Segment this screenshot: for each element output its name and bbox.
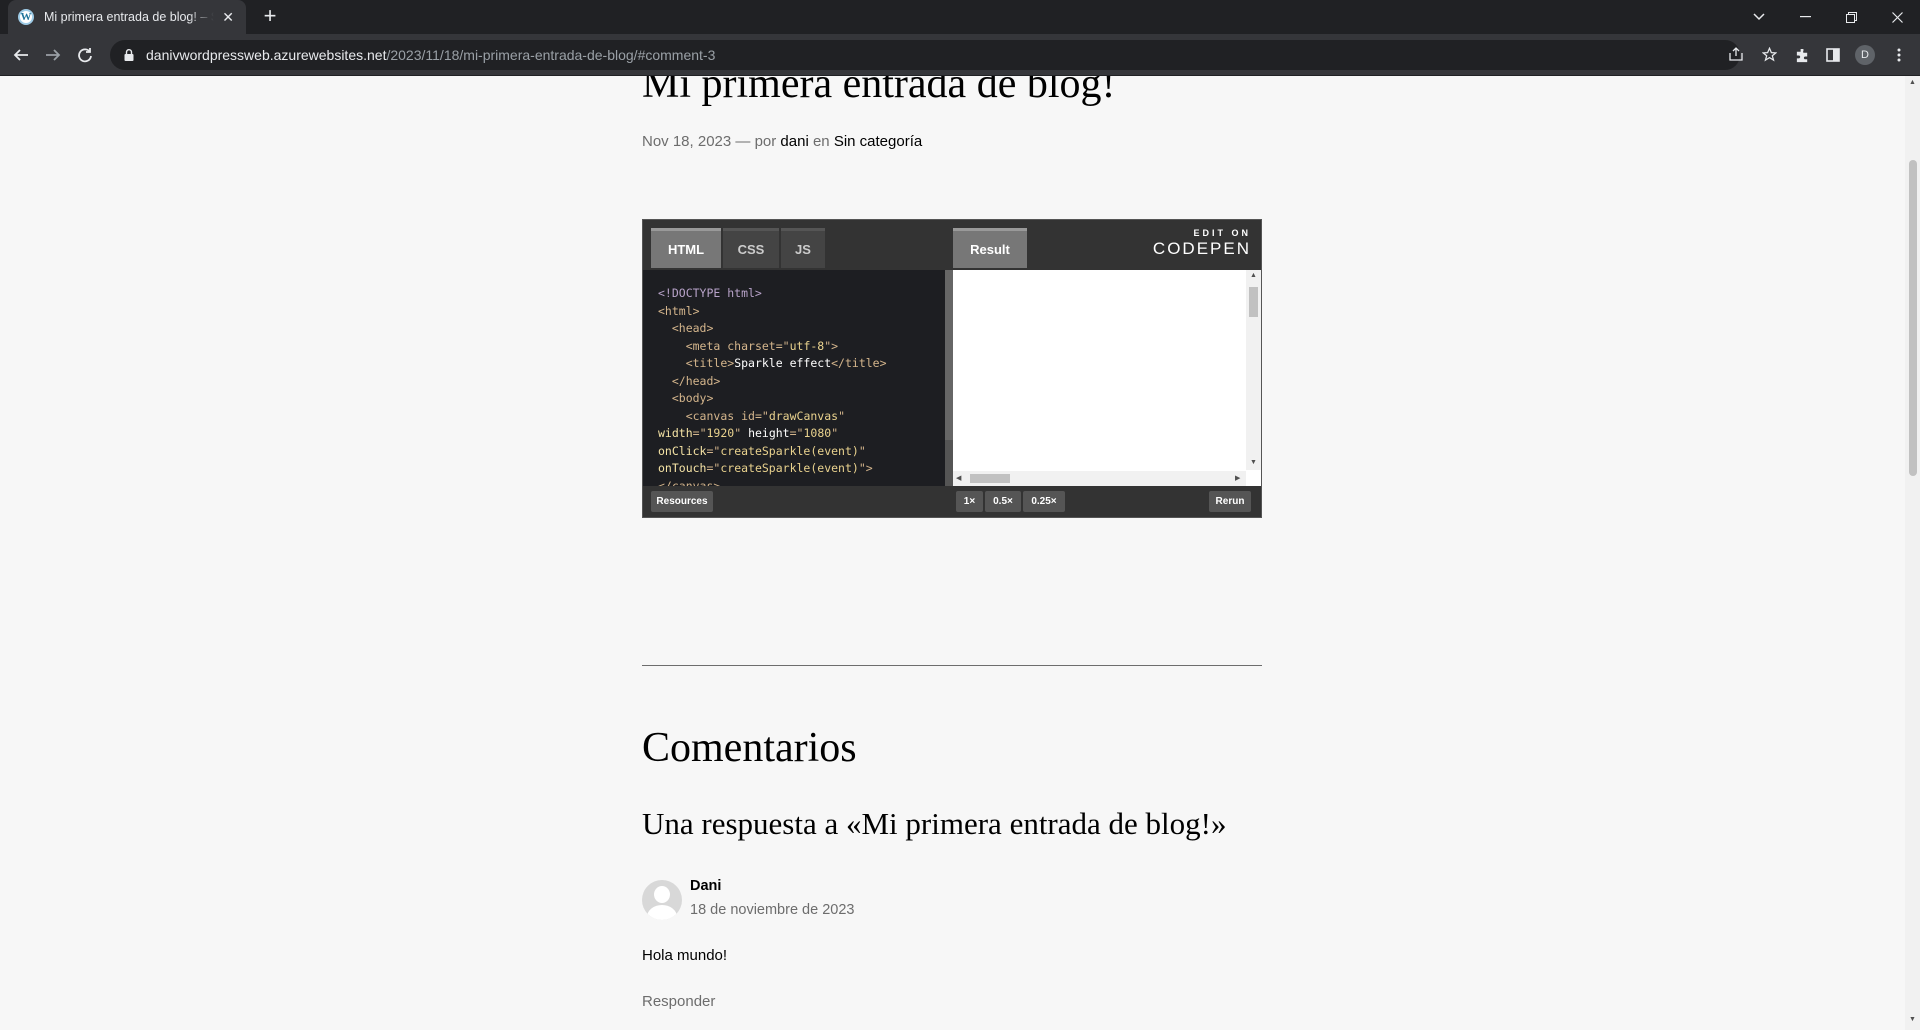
browser-titlebar: W Mi primera entrada de blog! – Si ✕ +: [0, 0, 1920, 34]
meta-in: en: [808, 133, 834, 150]
reply-link[interactable]: Responder: [642, 993, 715, 1010]
wordpress-icon: W: [18, 9, 34, 25]
code-line: <title>Sparkle effect</title>: [685, 356, 887, 370]
post-author-link[interactable]: dani: [780, 133, 808, 150]
zoom-025x-button[interactable]: 0.25×: [1023, 491, 1065, 512]
comment-text: Hola mundo!: [642, 947, 728, 964]
page-scroll-down-icon[interactable]: ▼: [1908, 1016, 1917, 1023]
pane-resizer[interactable]: [945, 270, 953, 486]
tab-css[interactable]: CSS: [723, 228, 779, 268]
sidepanel-icon[interactable]: [1823, 45, 1843, 65]
scroll-left-icon[interactable]: ◀: [956, 474, 961, 482]
scroll-right-icon[interactable]: ▶: [1235, 474, 1240, 482]
scroll-up-icon[interactable]: ▲: [1250, 272, 1257, 279]
comment-author[interactable]: Dani: [690, 878, 721, 894]
meta-by: — por: [731, 133, 781, 150]
extensions-icon[interactable]: [1792, 45, 1812, 65]
address-bar[interactable]: danivwordpressweb.azurewebsites.net/2023…: [110, 40, 1777, 70]
codepen-logo[interactable]: CODEPEN: [1153, 239, 1251, 259]
post-meta: Nov 18, 2023 — por dani en Sin categoría: [642, 133, 922, 150]
tab-search-icon[interactable]: [1736, 0, 1782, 34]
code-line: <html>: [658, 303, 700, 318]
replies-heading: Una respuesta a «Mi primera entrada de b…: [642, 806, 1227, 841]
page-scroll-up-icon[interactable]: ▲: [1908, 79, 1917, 86]
tab-html[interactable]: HTML: [651, 228, 721, 268]
section-divider: [642, 665, 1262, 666]
codepen-footer: Resources 1× 0.5× 0.25× Rerun: [643, 486, 1261, 517]
page-scroll-thumb[interactable]: [1909, 160, 1917, 476]
lock-icon[interactable]: [122, 48, 136, 62]
menu-icon[interactable]: [1889, 45, 1909, 65]
forward-icon[interactable]: [39, 41, 67, 69]
code-line: </head>: [671, 373, 721, 388]
post-title: Mi primera entrada de blog!: [642, 76, 1116, 107]
result-hscroll[interactable]: ◀ ▶: [953, 471, 1246, 486]
url-path: /2023/11/18/mi-primera-entrada-de-blog/#…: [386, 47, 716, 63]
resources-button[interactable]: Resources: [651, 491, 713, 512]
code-line: <canvas id="drawCanvas": [685, 408, 846, 423]
restore-icon[interactable]: [1828, 0, 1874, 34]
avatar-body: [647, 905, 677, 920]
code-line: onTouch="createSparkle(event)">: [658, 461, 873, 475]
result-hscroll-thumb[interactable]: [970, 474, 1010, 483]
code-line: <body>: [671, 391, 714, 405]
avatar-head: [654, 886, 670, 903]
close-window-icon[interactable]: [1874, 0, 1920, 34]
profile-avatar[interactable]: D: [1855, 45, 1875, 65]
zoom-05x-button[interactable]: 0.5×: [985, 491, 1021, 512]
star-icon[interactable]: [1760, 46, 1778, 66]
tab-js[interactable]: JS: [781, 228, 825, 268]
share-icon[interactable]: [1727, 47, 1745, 65]
new-tab-button[interactable]: +: [258, 5, 282, 29]
code-line: <!DOCTYPE html>: [658, 286, 762, 300]
page-content: Mi primera entrada de blog! Nov 18, 2023…: [0, 76, 1905, 1030]
tab-title: Mi primera entrada de blog! – Si: [44, 10, 215, 24]
post-date: Nov 18, 2023: [642, 133, 732, 150]
edit-on-label[interactable]: EDIT ON: [1193, 228, 1251, 238]
browser-tab[interactable]: W Mi primera entrada de blog! – Si ✕: [8, 0, 246, 34]
tab-close-icon[interactable]: ✕: [220, 9, 236, 26]
browser-toolbar: danivwordpressweb.azurewebsites.net/2023…: [0, 34, 1920, 76]
comment-date[interactable]: 18 de noviembre de 2023: [690, 902, 854, 918]
result-vscroll[interactable]: ▲ ▼: [1246, 270, 1261, 470]
back-icon[interactable]: [7, 41, 35, 69]
code-line: width="1920" height="1080": [658, 426, 839, 440]
reload-icon[interactable]: [71, 41, 99, 69]
url-text: danivwordpressweb.azurewebsites.net/2023…: [146, 47, 715, 63]
code-editor[interactable]: <!DOCTYPE html> <html> <head> <meta chars…: [643, 270, 945, 486]
page-scrollbar[interactable]: ▲ ▼: [1905, 76, 1920, 1030]
codepen-header: HTML CSS JS Result EDIT ON CODEPEN: [643, 220, 1261, 270]
code-line: <meta charset="utf-8">: [685, 338, 839, 353]
rerun-button[interactable]: Rerun: [1209, 491, 1251, 512]
code-line: <head>: [671, 321, 714, 335]
scroll-down-icon[interactable]: ▼: [1250, 459, 1257, 466]
zoom-1x-button[interactable]: 1×: [956, 491, 983, 512]
minimize-icon[interactable]: [1782, 0, 1828, 34]
codepen-embed: HTML CSS JS Result EDIT ON CODEPEN <!DOC…: [642, 219, 1262, 518]
code-line: onClick="createSparkle(event)": [658, 443, 866, 458]
result-vscroll-thumb[interactable]: [1249, 287, 1258, 317]
url-host: danivwordpressweb.azurewebsites.net: [146, 47, 387, 63]
avatar: [642, 880, 682, 920]
tab-result[interactable]: Result: [953, 228, 1027, 268]
result-frame[interactable]: ▲ ▼ ◀ ▶: [953, 270, 1261, 486]
comments-heading: Comentarios: [642, 725, 857, 771]
code-line: </canvas>: [658, 478, 721, 487]
post-category-link[interactable]: Sin categoría: [834, 133, 922, 150]
pane-resizer-handle[interactable]: [945, 270, 953, 440]
